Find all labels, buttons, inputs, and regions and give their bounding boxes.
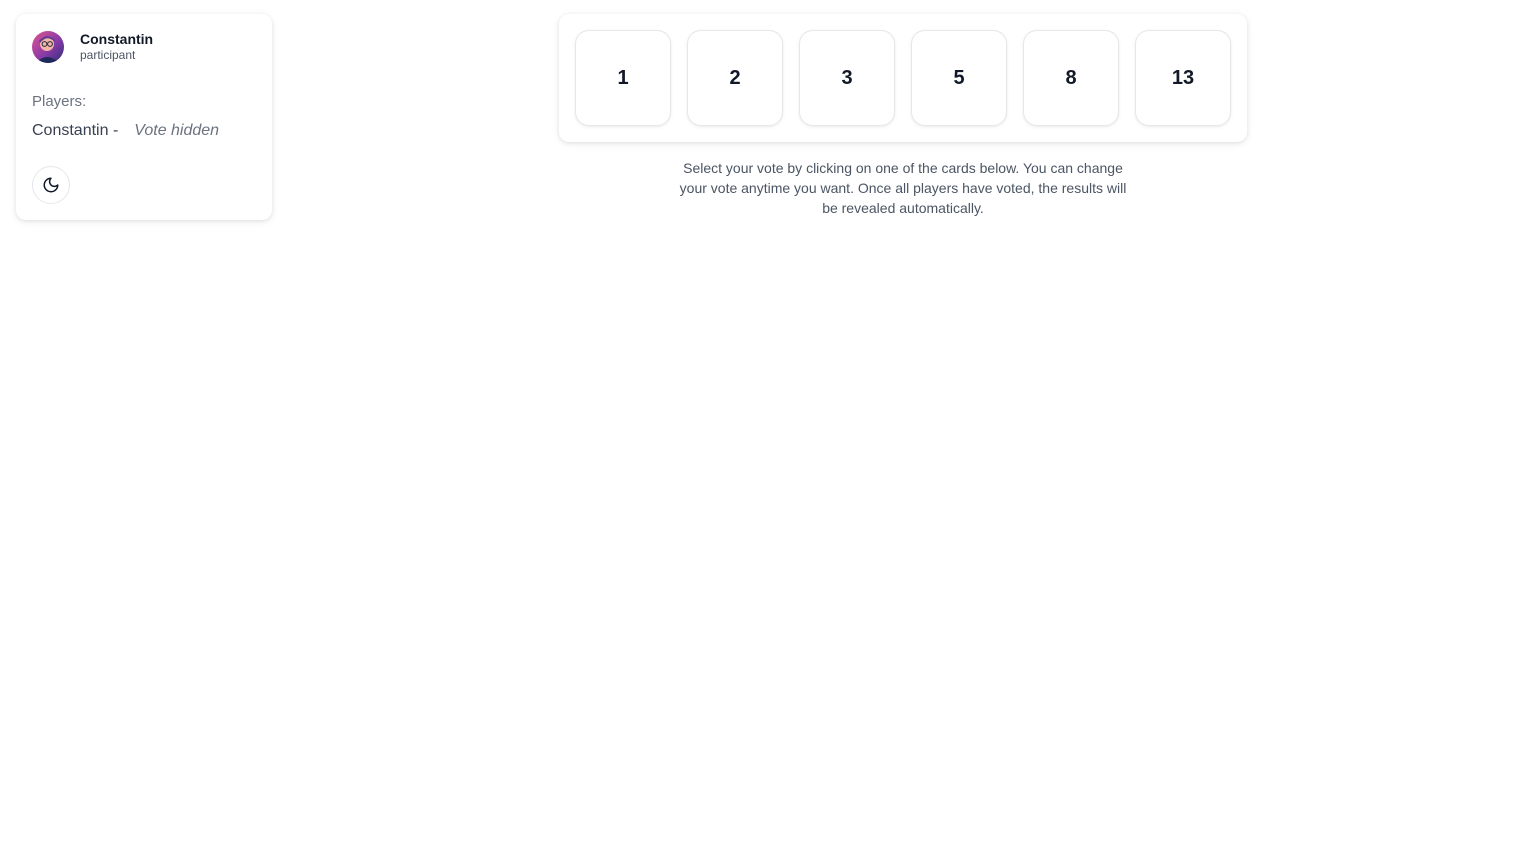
vote-card-8[interactable]: 8 (1023, 30, 1119, 126)
player-name: Constantin - (32, 122, 119, 139)
player-row: Constantin - Vote hidden (32, 121, 256, 141)
player-vote-status: Vote hidden (134, 122, 220, 139)
moon-icon (43, 177, 59, 193)
user-name: Constantin (80, 31, 154, 47)
avatar (32, 30, 64, 63)
vote-card-5[interactable]: 5 (911, 30, 1007, 126)
user-header: Constantin participant (32, 30, 256, 63)
user-info: Constantin participant (80, 30, 153, 63)
vote-card-1[interactable]: 1 (575, 30, 671, 126)
vote-cards-panel: 1 2 3 5 8 13 (559, 14, 1247, 142)
vote-card-2[interactable]: 2 (687, 30, 783, 126)
voting-instructions: Select your vote by clicking on one of t… (679, 160, 1127, 216)
players-heading: Players: (32, 93, 87, 110)
user-role: participant (80, 48, 136, 62)
vote-card-13[interactable]: 13 (1135, 30, 1231, 126)
theme-toggle-button[interactable] (32, 166, 70, 204)
vote-card-3[interactable]: 3 (799, 30, 895, 126)
user-panel: Constantin participant Players: Constant… (16, 14, 272, 220)
